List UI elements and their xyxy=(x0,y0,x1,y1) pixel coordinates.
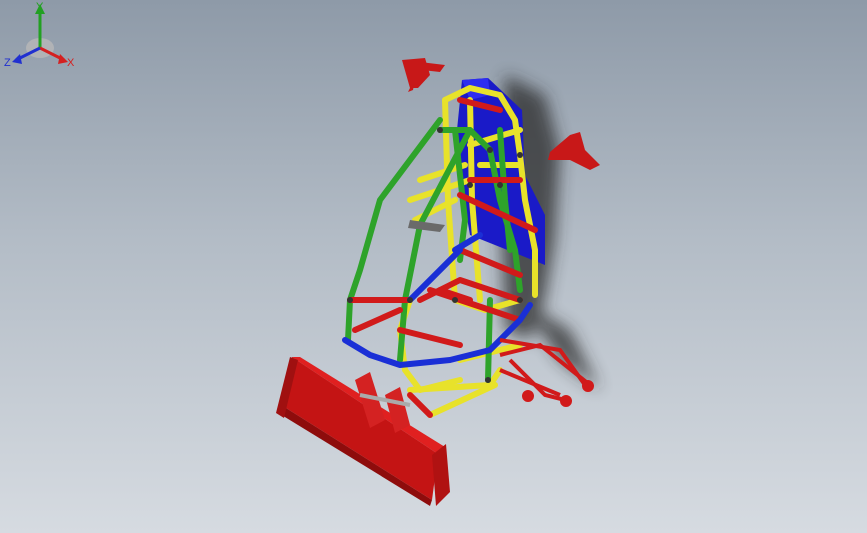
z-axis-arrow-icon xyxy=(12,54,22,64)
y-axis-label: Y xyxy=(36,1,44,13)
seat-bracket xyxy=(408,220,445,232)
front-upright-left[interactable] xyxy=(402,58,445,92)
chassis-model[interactable] xyxy=(0,0,867,533)
x-axis-label: X xyxy=(67,57,75,69)
cad-3d-viewport[interactable]: Y X Z xyxy=(0,0,867,533)
rear-wing[interactable] xyxy=(276,357,450,506)
axis-triad: Y X Z xyxy=(4,1,75,69)
z-axis-label: Z xyxy=(4,57,11,69)
